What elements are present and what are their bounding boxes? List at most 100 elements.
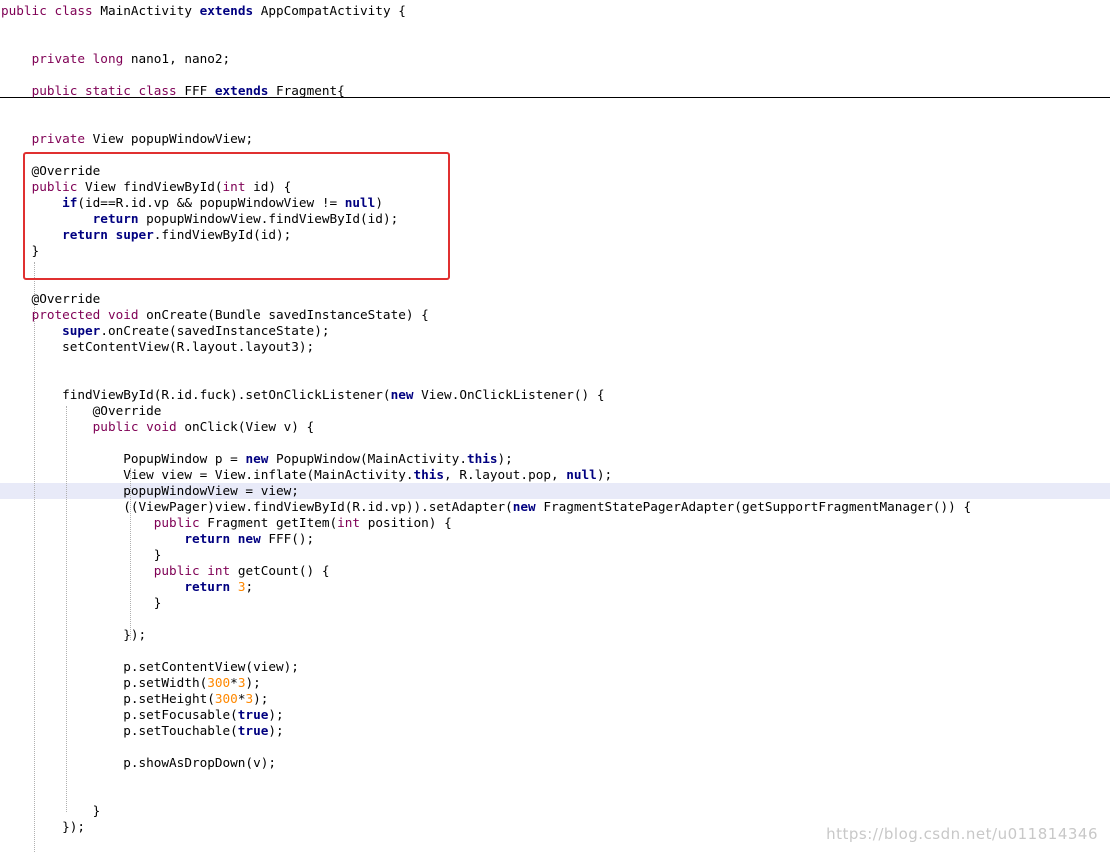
code-token: MainActivity <box>100 3 200 18</box>
code-token: }); <box>1 819 86 834</box>
code-token: View popupWindowView; <box>92 131 254 146</box>
code-line: popupWindowView = view; <box>1 483 299 499</box>
code-token: View view = View.inflate(MainActivity. <box>1 467 414 482</box>
code-token: public int <box>153 563 238 578</box>
code-token: p.setFocusable( <box>1 707 238 722</box>
code-token: public <box>153 515 208 530</box>
code-line: public class MainActivity extends AppCom… <box>1 3 406 19</box>
code-line: return 3; <box>1 579 253 595</box>
code-token: super <box>62 323 101 338</box>
code-token: Fragment{ <box>276 83 345 98</box>
code-token: FFF <box>184 83 215 98</box>
code-line: } <box>1 803 101 819</box>
code-token: extends <box>214 83 277 98</box>
code-token: ); <box>268 723 284 738</box>
code-token: new <box>512 499 544 514</box>
code-token: PopupWindow p = <box>1 451 246 466</box>
code-editor[interactable]: public class MainActivity extends AppCom… <box>0 0 1110 854</box>
code-token: nano1, nano2; <box>130 51 231 66</box>
code-line: private long nano1, nano2; <box>1 51 231 67</box>
code-token: true <box>237 707 269 722</box>
code-token: 300 <box>207 675 231 690</box>
code-token: PopupWindow(MainActivity. <box>276 451 467 466</box>
code-line: protected void onCreate(Bundle savedInst… <box>1 307 429 323</box>
code-token: position) { <box>367 515 452 530</box>
code-token: FFF(); <box>268 531 315 546</box>
code-token: Fragment getItem( <box>207 515 338 530</box>
code-token: onClick(View v) { <box>184 419 315 434</box>
code-token: 3 <box>245 691 254 706</box>
code-line: super.onCreate(savedInstanceState); <box>1 323 329 339</box>
code-token: ); <box>497 451 513 466</box>
code-token: private long <box>31 51 131 66</box>
code-token: * <box>230 675 238 690</box>
code-token: findViewById(R.id.fuck).setOnClickListen… <box>1 387 391 402</box>
highlight-annotation-box <box>23 152 450 280</box>
code-line: private View popupWindowView; <box>1 131 254 147</box>
code-token: p.setTouchable( <box>1 723 238 738</box>
code-line: View view = View.inflate(MainActivity.th… <box>1 467 612 483</box>
code-token: ); <box>596 467 613 482</box>
code-token: FragmentStatePagerAdapter(getSupportFrag… <box>543 499 972 514</box>
code-token: ); <box>268 707 284 722</box>
code-line: p.setContentView(view); <box>1 659 299 675</box>
code-token: View.OnClickListener() { <box>421 387 605 402</box>
code-line: } <box>1 547 162 563</box>
code-token: ); <box>253 691 269 706</box>
code-token: return <box>184 579 238 594</box>
code-token: protected void <box>31 307 147 322</box>
code-line: return new FFF(); <box>1 531 314 547</box>
watermark: https://blog.csdn.net/u011814346 <box>826 825 1098 843</box>
code-token: true <box>237 723 269 738</box>
code-line: p.setHeight(300*3); <box>1 691 268 707</box>
code-token: ((ViewPager)view.findViewById(R.id.vp)).… <box>1 499 513 514</box>
code-token: public static class <box>31 83 185 98</box>
code-token: AppCompatActivity { <box>260 3 406 18</box>
code-line: p.setFocusable(true); <box>1 707 284 723</box>
code-token: int <box>337 515 368 530</box>
code-token: this <box>466 451 498 466</box>
code-token: new <box>245 451 276 466</box>
code-token: null <box>566 467 597 482</box>
code-token: return new <box>184 531 269 546</box>
code-line: p.setWidth(300*3); <box>1 675 261 691</box>
code-token: @Override <box>1 291 101 306</box>
code-token: private <box>31 131 93 146</box>
code-line: setContentView(R.layout.layout3); <box>1 339 314 355</box>
code-token: p.setContentView(view); <box>1 659 299 674</box>
code-token: p.setHeight( <box>1 691 215 706</box>
code-token: 300 <box>214 691 238 706</box>
code-line: @Override <box>1 291 101 307</box>
code-token: popupWindowView = view; <box>1 483 299 498</box>
code-token: getCount() { <box>237 563 330 578</box>
code-token: } <box>1 547 162 562</box>
code-line: public int getCount() { <box>1 563 330 579</box>
code-line: }); <box>1 627 146 643</box>
code-token: extends <box>199 3 261 18</box>
code-token: ; <box>245 579 254 594</box>
code-token: , R.layout.pop, <box>444 467 567 482</box>
code-token: .onCreate(savedInstanceState); <box>100 323 330 338</box>
code-line: public static class FFF extends Fragment… <box>1 83 345 99</box>
code-token: setContentView(R.layout.layout3); <box>1 339 315 354</box>
code-line: @Override <box>1 403 162 419</box>
code-line: }); <box>1 819 85 835</box>
code-token: ); <box>245 675 261 690</box>
code-token: p.showAsDropDown(v); <box>1 755 276 770</box>
code-line: p.setTouchable(true); <box>1 723 284 739</box>
code-line: findViewById(R.id.fuck).setOnClickListen… <box>1 387 604 403</box>
code-token: } <box>1 595 162 610</box>
code-token: }); <box>1 627 147 642</box>
code-token: } <box>1 803 101 818</box>
code-token: @Override <box>1 403 162 418</box>
code-token: this <box>413 467 445 482</box>
